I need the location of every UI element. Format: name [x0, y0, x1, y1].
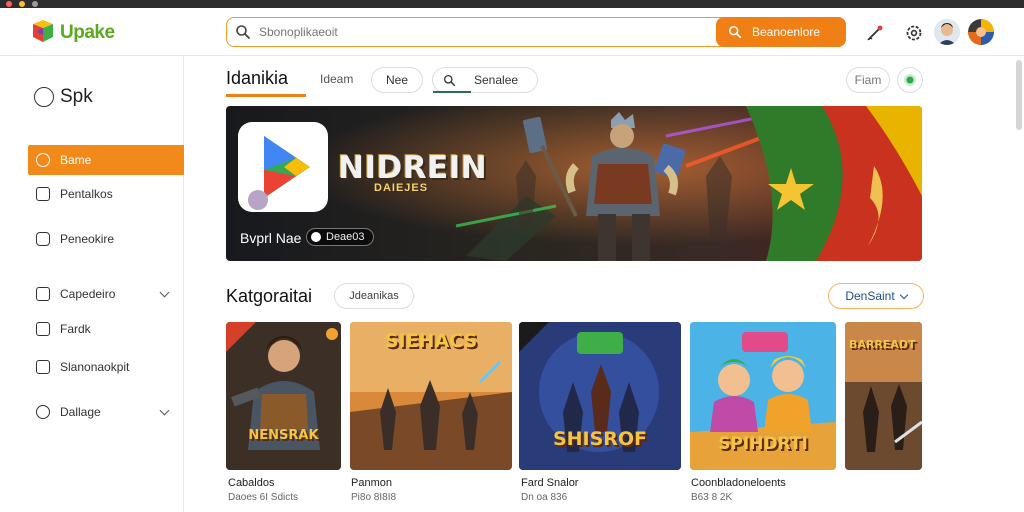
sidebar-brand-label: Spk — [60, 86, 93, 107]
card-art — [226, 322, 341, 470]
featured-banner[interactable]: NIDREIN DAIEJES Bvprl Nae Deae03 — [226, 106, 922, 261]
close-window-icon[interactable] — [6, 1, 12, 7]
browser-chrome-bar — [0, 0, 1024, 8]
card-meta: Daoes 6I Sdicts — [228, 492, 299, 503]
headset-icon — [36, 405, 50, 419]
sidebar-item-documents[interactable]: Pentalkos — [28, 179, 184, 209]
segment-underline — [433, 91, 471, 93]
sidebar-item-library[interactable]: Fardk — [28, 314, 184, 344]
search-button-label: Beanoenlore — [752, 24, 821, 39]
sidebar-item-label: Pentalkos — [60, 187, 113, 201]
brand-ring-icon — [34, 87, 54, 107]
sidebar-item-messages[interactable]: Peneokire — [28, 224, 184, 254]
right-filter-label: Fiam — [854, 73, 882, 87]
list-icon — [36, 360, 50, 374]
sidebar: Spk Bame Pentalkos Peneokire Capedeiro F… — [0, 56, 184, 512]
right-filter-pill[interactable]: Fiam — [846, 67, 890, 93]
home-icon — [36, 153, 50, 167]
sort-dropdown[interactable]: DenSaint — [828, 283, 924, 309]
card-art-title: SHISROF — [552, 428, 648, 450]
sidebar-item-label: Peneokire — [60, 232, 115, 246]
card-name[interactable]: Cabaldos — [228, 477, 274, 489]
search-button[interactable]: Beanoenlore — [716, 16, 846, 47]
document-icon — [36, 187, 50, 201]
game-card[interactable]: BARREADT — [845, 322, 922, 470]
profile-avatar[interactable] — [968, 19, 994, 45]
card-name[interactable]: Coonbladoneloents — [691, 477, 786, 489]
categories-filter-pill[interactable]: Jdeanikas — [334, 283, 414, 309]
segment-search[interactable]: Senalee — [432, 67, 538, 93]
sidebar-item-label: Bame — [60, 153, 92, 167]
sidebar-item-label: Capedeiro — [60, 287, 116, 301]
banner-chip[interactable]: Deae03 — [306, 228, 374, 246]
search-icon — [728, 25, 742, 38]
top-header: Upake Beanoenlore — [0, 8, 1024, 56]
chevron-down-icon[interactable] — [159, 405, 170, 416]
card-art-title: SPIHDRTI — [718, 434, 808, 454]
person-icon — [934, 19, 960, 45]
card-art-title: BARREADT — [849, 338, 916, 351]
search-icon — [236, 25, 250, 39]
game-card[interactable]: SPIHDRTI — [690, 322, 836, 470]
chevron-down-icon[interactable] — [159, 287, 170, 298]
maximize-window-icon[interactable] — [32, 1, 38, 7]
card-name[interactable]: Fard Snalor — [521, 477, 578, 489]
card-meta: Pi8o 8I8I8 — [351, 492, 397, 503]
banner-chip-label: Deae03 — [326, 231, 365, 243]
search-input[interactable] — [259, 22, 709, 42]
game-card[interactable]: NENSRAK — [226, 322, 341, 470]
segment-label: Senalee — [474, 73, 519, 87]
categories-filter-label: Jdeanikas — [349, 290, 399, 302]
sidebar-item-label: Dallage — [60, 405, 101, 419]
active-tab-underline — [226, 94, 306, 97]
status-toggle[interactable] — [897, 67, 923, 93]
play-store-icon — [248, 136, 310, 210]
user-avatar[interactable] — [934, 19, 960, 45]
card-art-title: NENSRAK — [248, 428, 319, 443]
green-status-icon — [904, 74, 916, 86]
tab-pill[interactable]: Nee — [371, 67, 423, 93]
toggle-dot-icon — [311, 232, 321, 242]
app-logo-icon[interactable] — [30, 18, 56, 44]
card-art-title: SIEHACS — [384, 330, 478, 352]
book-icon — [36, 322, 50, 336]
chevron-down-icon — [899, 290, 908, 299]
tab-ideam[interactable]: Ideam — [320, 72, 353, 86]
search-icon — [443, 74, 456, 86]
sidebar-item-categories[interactable]: Capedeiro — [28, 279, 184, 309]
chat-icon — [36, 232, 50, 246]
game-card[interactable]: SIEHACS — [350, 322, 512, 470]
banner-game-subtitle: DAIEJES — [374, 182, 429, 194]
categories-title: Katgoraitai — [226, 286, 313, 306]
sidebar-item-label: Slanonaokpit — [60, 360, 130, 374]
minimize-window-icon[interactable] — [19, 1, 25, 7]
banner-caption: Bvprl Nae — [240, 230, 302, 246]
sidebar-item-lists[interactable]: Slanonaokpit — [28, 352, 184, 382]
card-name[interactable]: Panmon — [351, 477, 392, 489]
card-meta: B63 8 2K — [691, 492, 733, 503]
card-meta: Dn oa 836 — [521, 492, 568, 503]
sidebar-brand[interactable]: Spk — [34, 86, 93, 108]
pen-icon[interactable] — [864, 22, 886, 44]
colorful-avatar-icon — [968, 19, 994, 45]
sidebar-item-label: Fardk — [60, 322, 91, 336]
grid-icon — [36, 287, 50, 301]
sidebar-item-support[interactable]: Dallage — [28, 397, 184, 427]
page-scrollbar[interactable] — [1016, 60, 1022, 130]
app-logo-text[interactable]: Upake — [60, 22, 115, 44]
banner-game-logo: NIDREIN — [338, 150, 488, 186]
banner-app-icon[interactable] — [238, 122, 328, 212]
game-card[interactable]: SHISROF — [519, 322, 681, 470]
sort-label: DenSaint — [845, 289, 895, 303]
sidebar-item-home[interactable]: Bame — [28, 145, 184, 175]
gear-icon[interactable] — [903, 22, 925, 44]
page-title: Idanikia — [226, 68, 289, 88]
search-bar[interactable]: Beanoenlore — [226, 16, 846, 47]
tab-pill-label: Nee — [385, 73, 408, 87]
